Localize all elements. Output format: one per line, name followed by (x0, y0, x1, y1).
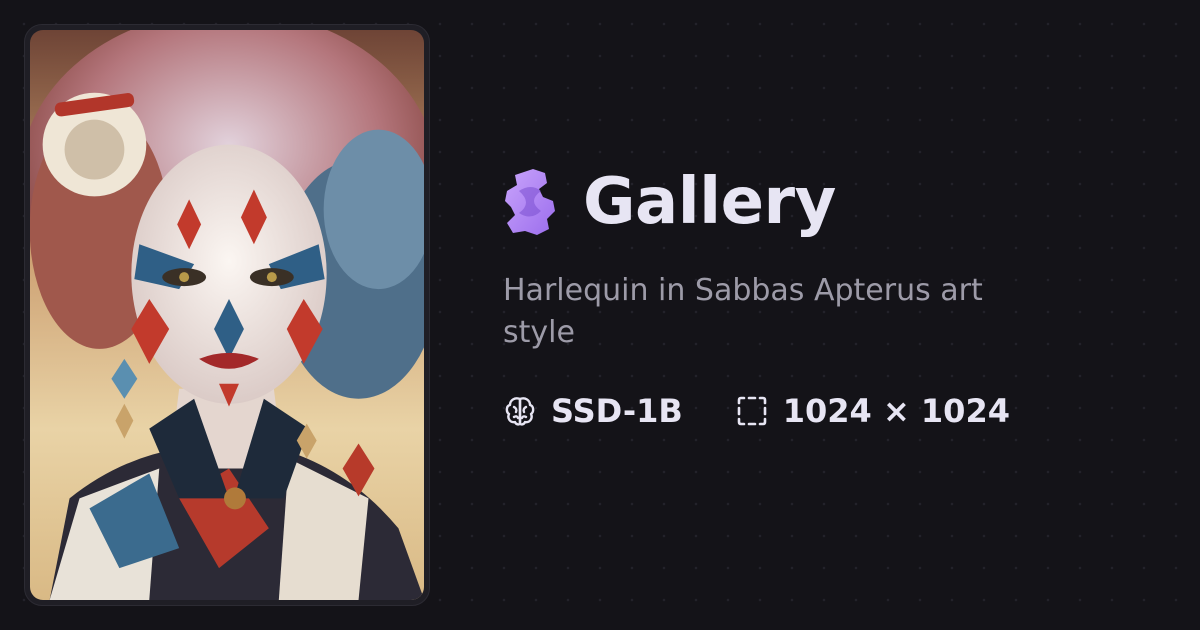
image-card (24, 24, 430, 606)
page-title: Gallery (583, 165, 836, 239)
model-info: SSD-1B (503, 392, 683, 430)
harlequin-artwork-image (30, 30, 424, 600)
prompt-text: Harlequin in Sabbas Apterus art style (503, 273, 983, 350)
image-meta: SSD-1B 1024 × 1024 (503, 392, 1063, 430)
dimensions-info: 1024 × 1024 (735, 392, 1010, 430)
gear-s-logo-icon (505, 169, 555, 235)
info-panel: Gallery Harlequin in Sabbas Apterus art … (503, 160, 1063, 430)
dashed-square-icon (737, 396, 767, 426)
model-name: SSD-1B (551, 392, 683, 430)
brand-header: Gallery (503, 160, 1063, 244)
image-dimensions: 1024 × 1024 (782, 392, 1010, 430)
brain-icon (505, 397, 535, 426)
